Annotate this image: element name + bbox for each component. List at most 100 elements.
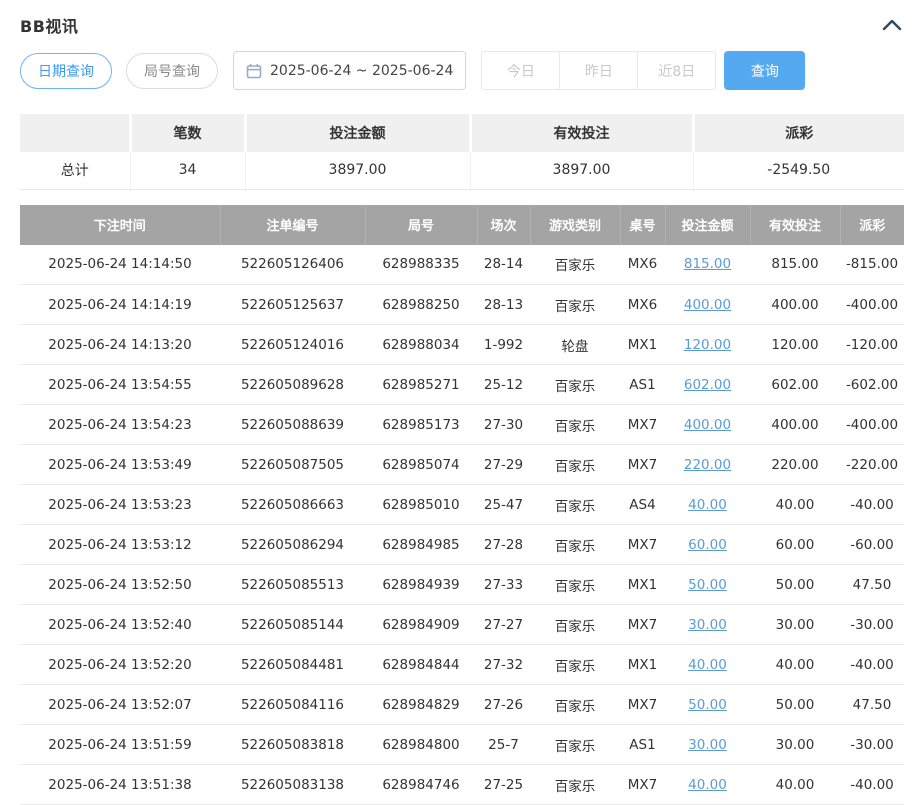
round-query-tab[interactable]: 局号查询 (126, 53, 218, 89)
bet-amount-link[interactable]: 30.00 (688, 737, 727, 753)
last-8-days-button[interactable]: 近8日 (637, 51, 716, 90)
cell-game-type: 百家乐 (530, 405, 620, 445)
summary-header-row: 笔数 投注金额 有效投注 派彩 (20, 114, 904, 152)
cell-bet-amount: 400.00 (665, 405, 750, 445)
cell-bet-id: 522605083138 (220, 765, 365, 805)
cell-round-id: 628984985 (365, 525, 477, 565)
cell-session: 25-12 (477, 365, 530, 405)
calendar-icon (246, 63, 262, 79)
cell-valid-bet: 50.00 (750, 685, 840, 725)
cell-round-id: 628984829 (365, 685, 477, 725)
cell-bet-amount: 40.00 (665, 485, 750, 525)
date-range-picker[interactable]: 2025-06-24 ~ 2025-06-24 (233, 51, 466, 90)
cell-payout: -40.00 (840, 765, 904, 805)
cell-payout: -400.00 (840, 405, 904, 445)
cell-table-no: MX1 (620, 565, 665, 605)
col-header-round-id: 局号 (365, 205, 477, 245)
cell-bet-amount: 602.00 (665, 365, 750, 405)
cell-valid-bet: 40.00 (750, 765, 840, 805)
cell-round-id: 628984800 (365, 725, 477, 765)
cell-round-id: 628985173 (365, 405, 477, 445)
bet-amount-link[interactable]: 400.00 (684, 297, 731, 313)
cell-bet-amount: 815.00 (665, 245, 750, 285)
cell-bet-id: 522605085513 (220, 565, 365, 605)
bet-amount-link[interactable]: 220.00 (684, 457, 731, 473)
cell-table-no: MX7 (620, 405, 665, 445)
bet-amount-link[interactable]: 30.00 (688, 617, 727, 633)
table-row: 2025-06-24 13:51:38 522605083138 6289847… (20, 765, 904, 805)
bet-amount-link[interactable]: 40.00 (688, 657, 727, 673)
table-row: 2025-06-24 13:53:49 522605087505 6289850… (20, 445, 904, 485)
cell-bet-time: 2025-06-24 13:52:50 (20, 565, 220, 605)
date-range-value: 2025-06-24 ~ 2025-06-24 (270, 63, 453, 79)
cell-valid-bet: 40.00 (750, 645, 840, 685)
bet-table: 下注时间 注单编号 局号 场次 游戏类别 桌号 投注金额 有效投注 派彩 202… (20, 205, 904, 805)
cell-bet-amount: 120.00 (665, 325, 750, 365)
cell-game-type: 百家乐 (530, 645, 620, 685)
cell-round-id: 628985074 (365, 445, 477, 485)
date-query-tab[interactable]: 日期查询 (20, 53, 112, 89)
table-row: 2025-06-24 14:14:19 522605125637 6289882… (20, 285, 904, 325)
bet-amount-link[interactable]: 815.00 (684, 256, 731, 272)
cell-game-type: 百家乐 (530, 485, 620, 525)
cell-table-no: MX7 (620, 605, 665, 645)
cell-session: 25-7 (477, 725, 530, 765)
cell-game-type: 百家乐 (530, 725, 620, 765)
cell-bet-time: 2025-06-24 13:51:38 (20, 765, 220, 805)
cell-session: 27-29 (477, 445, 530, 485)
today-button[interactable]: 今日 (481, 51, 560, 90)
cell-bet-amount: 50.00 (665, 565, 750, 605)
cell-valid-bet: 120.00 (750, 325, 840, 365)
col-header-game-type: 游戏类别 (530, 205, 620, 245)
bet-amount-link[interactable]: 400.00 (684, 417, 731, 433)
cell-payout: -815.00 (840, 245, 904, 285)
cell-table-no: MX7 (620, 685, 665, 725)
cell-valid-bet: 602.00 (750, 365, 840, 405)
cell-bet-time: 2025-06-24 13:53:12 (20, 525, 220, 565)
col-header-valid-bet: 有效投注 (750, 205, 840, 245)
cell-valid-bet: 30.00 (750, 605, 840, 645)
col-header-payout: 派彩 (840, 205, 904, 245)
cell-valid-bet: 30.00 (750, 725, 840, 765)
table-row: 2025-06-24 14:13:20 522605124016 6289880… (20, 325, 904, 365)
yesterday-button[interactable]: 昨日 (559, 51, 638, 90)
table-row: 2025-06-24 13:53:23 522605086663 6289850… (20, 485, 904, 525)
bet-amount-link[interactable]: 602.00 (684, 377, 731, 393)
summary-table: 笔数 投注金额 有效投注 派彩 总计 34 3897.00 3897.00 -2… (20, 114, 904, 190)
chevron-up-icon[interactable] (880, 17, 904, 33)
bet-amount-link[interactable]: 40.00 (688, 497, 727, 513)
cell-payout: 47.50 (840, 685, 904, 725)
quick-date-group: 今日 昨日 近8日 (481, 51, 716, 90)
summary-header-payout: 派彩 (693, 114, 904, 152)
bet-table-body: 2025-06-24 14:14:50 522605126406 6289883… (20, 245, 904, 805)
col-header-bet-id: 注单编号 (220, 205, 365, 245)
cell-table-no: MX7 (620, 525, 665, 565)
cell-game-type: 百家乐 (530, 685, 620, 725)
cell-bet-id: 522605087505 (220, 445, 365, 485)
cell-round-id: 628985010 (365, 485, 477, 525)
cell-payout: -120.00 (840, 325, 904, 365)
cell-valid-bet: 40.00 (750, 485, 840, 525)
bet-amount-link[interactable]: 60.00 (688, 537, 727, 553)
cell-session: 28-13 (477, 285, 530, 325)
bb-video-panel: BB视讯 日期查询 局号查询 2025-06-24 ~ 2025-06-24 今… (0, 0, 924, 805)
table-row: 2025-06-24 13:52:07 522605084116 6289848… (20, 685, 904, 725)
bet-amount-link[interactable]: 40.00 (688, 777, 727, 793)
cell-session: 27-32 (477, 645, 530, 685)
cell-payout: 47.50 (840, 565, 904, 605)
cell-session: 27-28 (477, 525, 530, 565)
bet-amount-link[interactable]: 50.00 (688, 697, 727, 713)
cell-valid-bet: 50.00 (750, 565, 840, 605)
cell-session: 28-14 (477, 245, 530, 285)
cell-bet-amount: 30.00 (665, 725, 750, 765)
cell-payout: -220.00 (840, 445, 904, 485)
cell-payout: -602.00 (840, 365, 904, 405)
summary-bet-amount-value: 3897.00 (245, 152, 470, 189)
cell-game-type: 百家乐 (530, 285, 620, 325)
cell-bet-amount: 50.00 (665, 685, 750, 725)
bet-amount-link[interactable]: 50.00 (688, 577, 727, 593)
bet-amount-link[interactable]: 120.00 (684, 337, 731, 353)
cell-game-type: 百家乐 (530, 605, 620, 645)
search-button[interactable]: 查询 (724, 51, 805, 90)
cell-payout: -40.00 (840, 645, 904, 685)
